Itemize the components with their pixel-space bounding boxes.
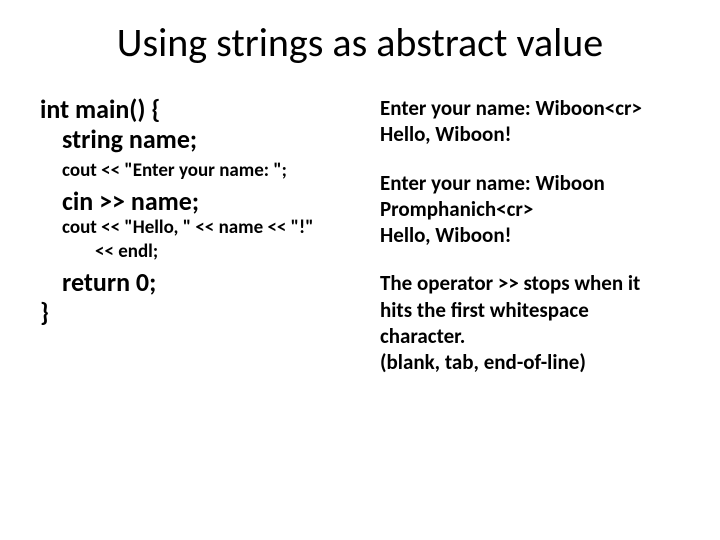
output-line: Promphanich<cr>: [380, 196, 690, 222]
explain-line: The operator >> stops when it: [380, 270, 690, 296]
slide-title: Using strings as abstract value: [0, 0, 720, 67]
output-column: Enter your name: Wiboon<cr> Hello, Wiboo…: [370, 95, 690, 375]
output-line: Enter your name: Wiboon: [380, 170, 690, 196]
slide: Using strings as abstract value int main…: [0, 0, 720, 540]
explain-line: character.: [380, 323, 690, 349]
output-line: Enter your name: Wiboon<cr>: [380, 95, 690, 121]
code-line: << endl;: [40, 240, 370, 264]
code-line: }: [40, 298, 370, 328]
code-line: cin >> name;: [40, 187, 370, 217]
code-line: string name;: [40, 125, 370, 155]
output-line: Hello, Wiboon!: [380, 222, 690, 248]
content-columns: int main() { string name; cout << "Enter…: [0, 67, 720, 375]
output-line: Hello, Wiboon!: [380, 121, 690, 147]
explain-line: (blank, tab, end-of-line): [380, 349, 690, 375]
code-line: cout << "Hello, " << name << "!": [40, 216, 370, 240]
explain-line: hits the first whitespace: [380, 297, 690, 323]
code-line: return 0;: [40, 268, 370, 298]
code-line: int main() {: [40, 95, 370, 125]
code-column: int main() { string name; cout << "Enter…: [40, 95, 370, 375]
code-line: cout << "Enter your name: ";: [40, 159, 370, 183]
